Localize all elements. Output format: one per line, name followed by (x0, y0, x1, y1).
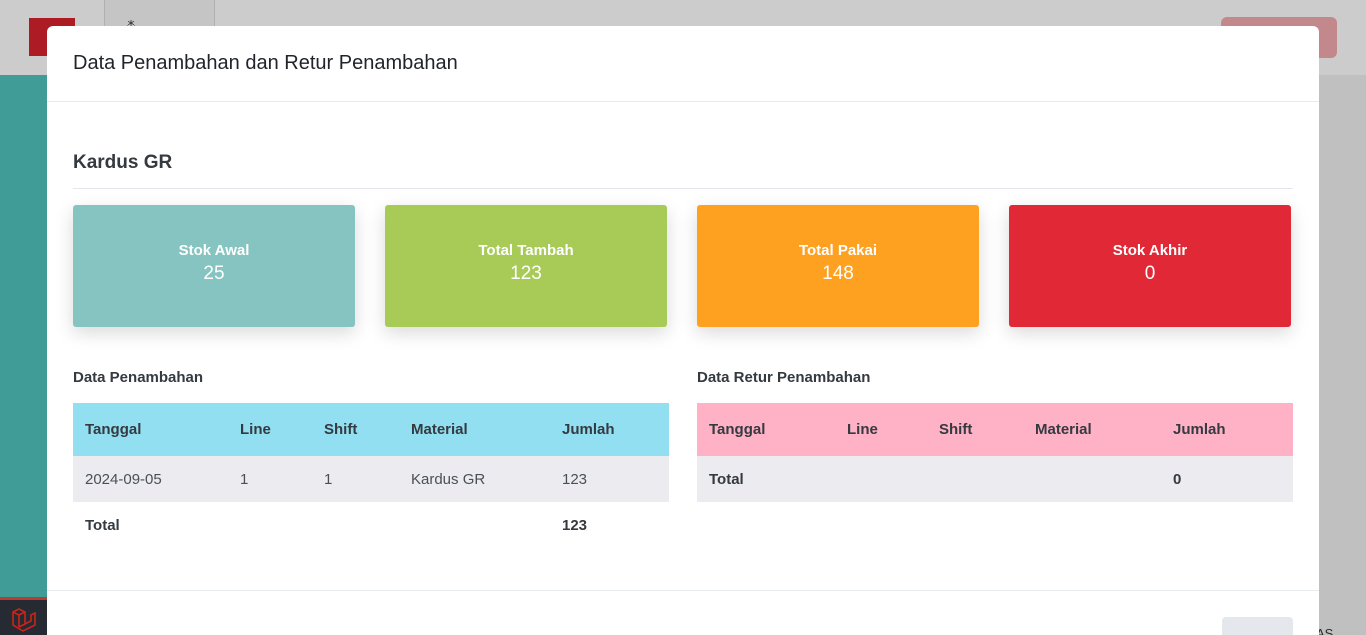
cell-material: Kardus GR (399, 456, 550, 502)
total-label: Total (697, 456, 1161, 502)
cell-tanggal: 2024-09-05 (73, 456, 228, 502)
column-header-shift: Shift (312, 403, 399, 456)
modal-footer: Close (47, 590, 1319, 635)
close-button[interactable]: Close (1222, 617, 1293, 635)
card-value: 0 (1144, 263, 1156, 284)
total-tambah-card: Total Tambah 123 (385, 205, 667, 327)
modal-dialog: Data Penambahan dan Retur Penambahan Kar… (47, 26, 1319, 635)
modal-title: Data Penambahan dan Retur Penambahan (73, 52, 458, 74)
cell-jumlah: 123 (550, 456, 669, 502)
column-header-tanggal: Tanggal (73, 403, 228, 456)
table-header-row: Tanggal Line Shift Material Jumlah (697, 403, 1293, 456)
table-row: 2024-09-05 1 1 Kardus GR 123 (73, 456, 669, 502)
column-header-jumlah: Jumlah (550, 403, 669, 456)
total-label: Total (85, 516, 120, 534)
total-value: 123 (562, 516, 588, 534)
cell-shift: 1 (312, 456, 399, 502)
table-total-row: Total 123 (73, 502, 669, 548)
penambahan-table: Tanggal Line Shift Material Jumlah 2024-… (73, 403, 669, 548)
table-total-row: Total 0 (697, 456, 1293, 502)
column-header-line: Line (835, 403, 927, 456)
column-header-shift: Shift (927, 403, 1023, 456)
card-label: Total Tambah (478, 242, 574, 259)
total-pakai-card: Total Pakai 148 (697, 205, 979, 327)
column-header-tanggal: Tanggal (697, 403, 835, 456)
retur-section-title: Data Retur Penambahan (697, 369, 871, 386)
divider (73, 188, 1293, 189)
column-header-line: Line (228, 403, 312, 456)
column-header-jumlah: Jumlah (1161, 403, 1293, 456)
card-value: 123 (510, 263, 542, 284)
card-label: Total Pakai (798, 242, 878, 259)
card-value: 148 (822, 263, 854, 284)
modal-header: Data Penambahan dan Retur Penambahan (47, 26, 1319, 102)
card-value: 25 (203, 263, 225, 284)
stok-akhir-card: Stok Akhir 0 (1009, 205, 1291, 327)
column-header-material: Material (399, 403, 550, 456)
table-header-row: Tanggal Line Shift Material Jumlah (73, 403, 669, 456)
stok-awal-card: Stok Awal 25 (73, 205, 355, 327)
penambahan-section-title: Data Penambahan (73, 369, 204, 386)
card-label: Stok Akhir (1112, 242, 1188, 259)
cell-line: 1 (228, 456, 312, 502)
card-label: Stok Awal (178, 242, 250, 259)
item-title: Kardus GR (73, 152, 173, 173)
column-header-material: Material (1023, 403, 1161, 456)
total-value: 0 (1161, 456, 1293, 502)
retur-table: Tanggal Line Shift Material Jumlah Total… (697, 403, 1293, 502)
